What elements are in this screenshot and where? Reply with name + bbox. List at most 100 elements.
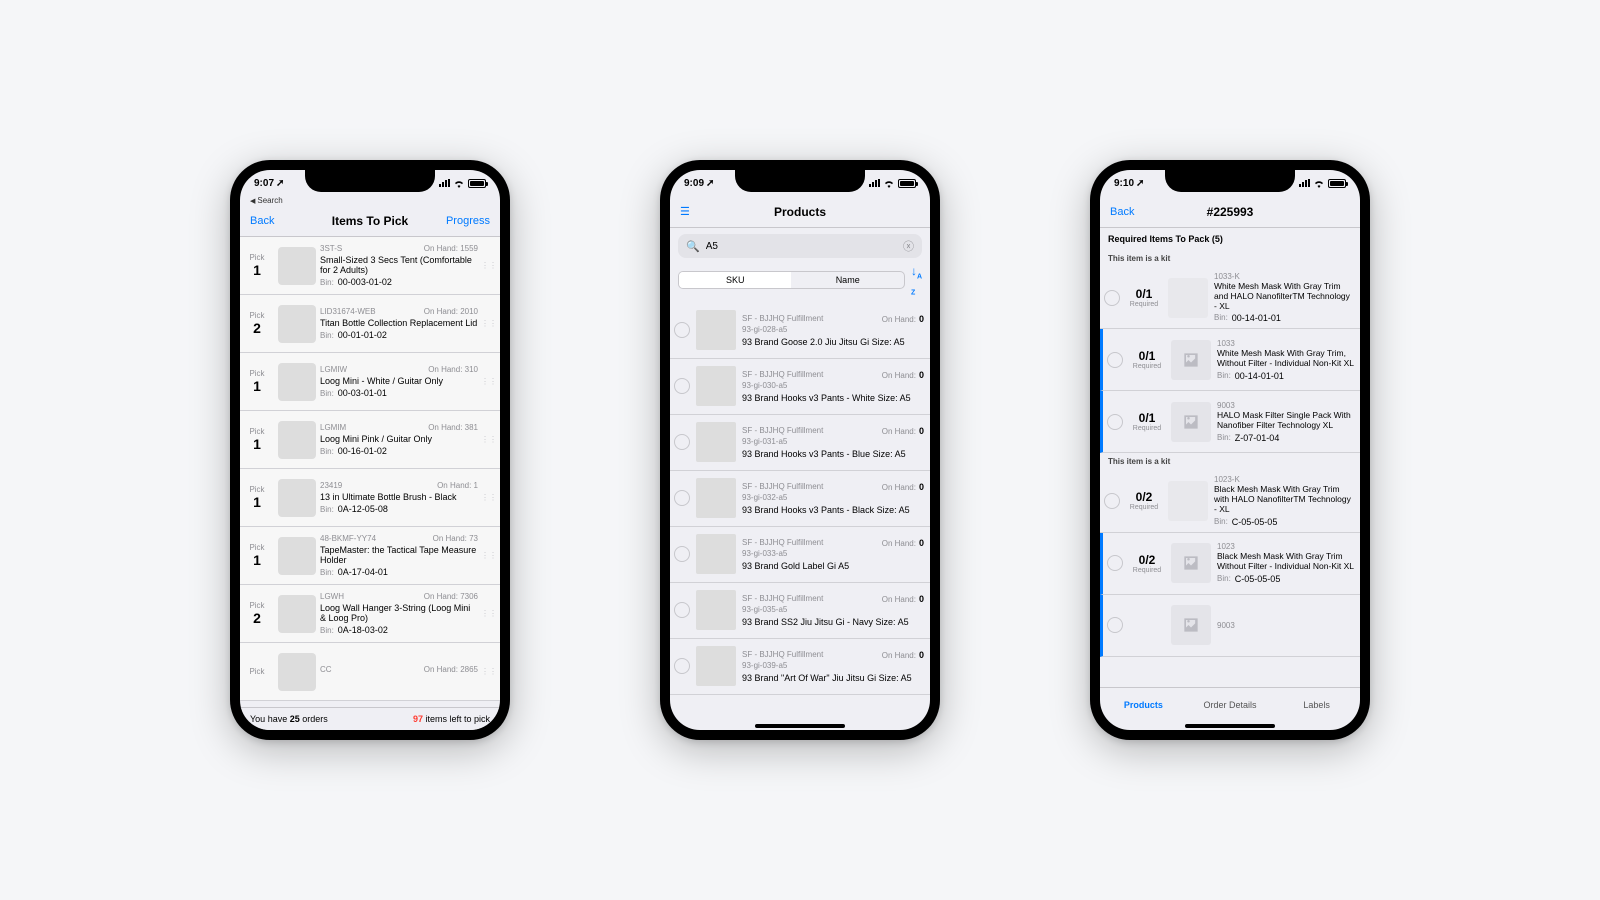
select-radio[interactable]: [1107, 555, 1123, 571]
product-name: 93 Brand "Art Of War" Jiu Jitsu Gi Size:…: [742, 673, 924, 683]
select-radio[interactable]: [1104, 290, 1120, 306]
drag-handle-icon[interactable]: ⋮⋮: [482, 415, 496, 464]
image-placeholder-icon: [1171, 340, 1211, 380]
drag-handle-icon[interactable]: ⋮⋮: [482, 647, 496, 696]
onhand: On Hand: 310: [428, 365, 478, 374]
product-row[interactable]: SF - BJJHQ Fulfillment On Hand: 0 93-gi-…: [670, 527, 930, 583]
drag-handle-icon[interactable]: ⋮⋮: [482, 589, 496, 638]
tab-order-details[interactable]: Order Details: [1187, 688, 1274, 721]
select-radio[interactable]: [674, 490, 690, 506]
menu-button[interactable]: ☰: [680, 205, 730, 218]
nav-bar: ☰ Products: [670, 196, 930, 228]
product-name: Black Mesh Mask With Gray Trim Without F…: [1217, 552, 1354, 572]
search-input[interactable]: [706, 241, 897, 252]
product-thumbnail: [696, 534, 736, 574]
product-row[interactable]: SF - BJJHQ Fulfillment On Hand: 0 93-gi-…: [670, 639, 930, 695]
onhand: On Hand: 2865: [424, 665, 478, 674]
drag-handle-icon[interactable]: ⋮⋮: [482, 531, 496, 580]
select-radio[interactable]: [674, 658, 690, 674]
product-row[interactable]: SF - BJJHQ Fulfillment On Hand: 0 93-gi-…: [670, 583, 930, 639]
location-icon: ➚: [1136, 178, 1144, 189]
sku-label: LGMIM: [320, 423, 346, 432]
sku-label: 93-gi-030-a5: [742, 381, 924, 390]
product-row[interactable]: SF - BJJHQ Fulfillment On Hand: 0 93-gi-…: [670, 359, 930, 415]
drag-handle-icon[interactable]: ⋮⋮: [482, 357, 496, 406]
fulfillment-label: SF - BJJHQ Fulfillment: [742, 426, 823, 436]
product-thumbnail: [696, 478, 736, 518]
phone-1: 9:07 ➚ ◀ Search Back Items To Pick Progr…: [230, 160, 510, 740]
onhand: On Hand: 2010: [424, 307, 478, 316]
product-name: TapeMaster: the Tactical Tape Measure Ho…: [320, 545, 478, 566]
location-icon: ➚: [706, 178, 714, 189]
select-radio[interactable]: [674, 546, 690, 562]
select-radio[interactable]: [1107, 617, 1123, 633]
pack-row[interactable]: 9003: [1100, 595, 1360, 657]
pack-row[interactable]: 0/1 Required 1033-K White Mesh Mask With…: [1100, 267, 1360, 329]
bin-value: C-05-05-05: [1232, 517, 1278, 527]
product-thumbnail: [696, 590, 736, 630]
back-to-search[interactable]: ◀ Search: [240, 196, 500, 205]
drag-handle-icon[interactable]: ⋮⋮: [482, 299, 496, 348]
drag-handle-icon[interactable]: ⋮⋮: [482, 241, 496, 290]
product-list[interactable]: SF - BJJHQ Fulfillment On Hand: 0 93-gi-…: [670, 303, 930, 721]
select-radio[interactable]: [674, 378, 690, 394]
progress-button[interactable]: Progress: [440, 215, 490, 227]
pick-row[interactable]: Pick CC On Hand: 2865 ⋮⋮: [240, 643, 500, 701]
fulfillment-label: SF - BJJHQ Fulfillment: [742, 594, 823, 604]
select-radio[interactable]: [1107, 352, 1123, 368]
product-row[interactable]: SF - BJJHQ Fulfillment On Hand: 0 93-gi-…: [670, 415, 930, 471]
pack-row[interactable]: 0/1 Required 1033 White Mesh Mask With G…: [1100, 329, 1360, 391]
clear-search-icon[interactable]: ⓧ: [903, 238, 914, 254]
select-radio[interactable]: [674, 602, 690, 618]
select-radio[interactable]: [674, 434, 690, 450]
onhand: On Hand: 1559: [424, 244, 478, 253]
pick-footer: You have 25 orders 97 items left to pick: [240, 707, 500, 730]
back-button[interactable]: Back: [1110, 206, 1160, 218]
search-box[interactable]: 🔍 ⓧ: [678, 234, 922, 258]
fulfillment-label: SF - BJJHQ Fulfillment: [742, 370, 823, 380]
product-thumbnail: [1168, 278, 1208, 318]
product-name: Titan Bottle Collection Replacement Lid: [320, 318, 478, 328]
required-count: 0/2 Required: [1126, 490, 1162, 511]
pick-row[interactable]: Pick2 LGWH On Hand: 7306 Loog Wall Hange…: [240, 585, 500, 643]
product-name: Black Mesh Mask With Gray Trim with HALO…: [1214, 485, 1354, 514]
pack-row[interactable]: 0/2 Required 1023 Black Mesh Mask With G…: [1100, 533, 1360, 595]
onhand: On Hand: 0: [882, 314, 924, 324]
pick-row[interactable]: Pick1 23419 On Hand: 1 13 in Ultimate Bo…: [240, 469, 500, 527]
product-name: Loog Wall Hanger 3-String (Loog Mini & L…: [320, 603, 478, 624]
sku-label: 1033: [1217, 339, 1354, 348]
segment-name[interactable]: Name: [791, 272, 903, 288]
battery-icon: [898, 179, 916, 188]
pick-list[interactable]: Pick1 3ST-S On Hand: 1559 Small-Sized 3 …: [240, 237, 500, 707]
pick-row[interactable]: Pick2 LID31674-WEB On Hand: 2010 Titan B…: [240, 295, 500, 353]
sku-label: 48-BKMF-YY74: [320, 534, 376, 543]
notch: [735, 170, 865, 192]
back-button[interactable]: Back: [250, 215, 300, 227]
pick-row[interactable]: Pick1 48-BKMF-YY74 On Hand: 73 TapeMaste…: [240, 527, 500, 585]
sku-label: 1023-K: [1214, 475, 1354, 484]
pick-row[interactable]: Pick1 LGMIM On Hand: 381 Loog Mini Pink …: [240, 411, 500, 469]
sort-direction-icon[interactable]: ↓AZ: [911, 264, 922, 297]
drag-handle-icon[interactable]: ⋮⋮: [482, 473, 496, 522]
select-radio[interactable]: [1104, 493, 1120, 509]
segment-sku[interactable]: SKU: [679, 272, 791, 288]
pick-count: Pick1: [240, 473, 274, 522]
tab-products[interactable]: Products: [1100, 688, 1187, 721]
product-row[interactable]: SF - BJJHQ Fulfillment On Hand: 0 93-gi-…: [670, 303, 930, 359]
signal-icon: [869, 179, 880, 187]
pack-list[interactable]: This item is a kit 0/1 Required 1033-K W…: [1100, 250, 1360, 687]
pack-row[interactable]: 0/2 Required 1023-K Black Mesh Mask With…: [1100, 470, 1360, 532]
onhand: On Hand: 0: [882, 426, 924, 436]
pick-row[interactable]: Pick1 LGMIW On Hand: 310 Loog Mini - Whi…: [240, 353, 500, 411]
tab-labels[interactable]: Labels: [1273, 688, 1360, 721]
fulfillment-label: SF - BJJHQ Fulfillment: [742, 314, 823, 324]
select-radio[interactable]: [674, 322, 690, 338]
product-row[interactable]: SF - BJJHQ Fulfillment On Hand: 0 93-gi-…: [670, 471, 930, 527]
sku-label: 3ST-S: [320, 244, 342, 253]
fulfillment-label: SF - BJJHQ Fulfillment: [742, 650, 823, 660]
page-title: Products: [730, 205, 870, 219]
sku-label: 93-gi-039-a5: [742, 661, 924, 670]
select-radio[interactable]: [1107, 414, 1123, 430]
pack-row[interactable]: 0/1 Required 9003 HALO Mask Filter Singl…: [1100, 391, 1360, 453]
pick-row[interactable]: Pick1 3ST-S On Hand: 1559 Small-Sized 3 …: [240, 237, 500, 295]
